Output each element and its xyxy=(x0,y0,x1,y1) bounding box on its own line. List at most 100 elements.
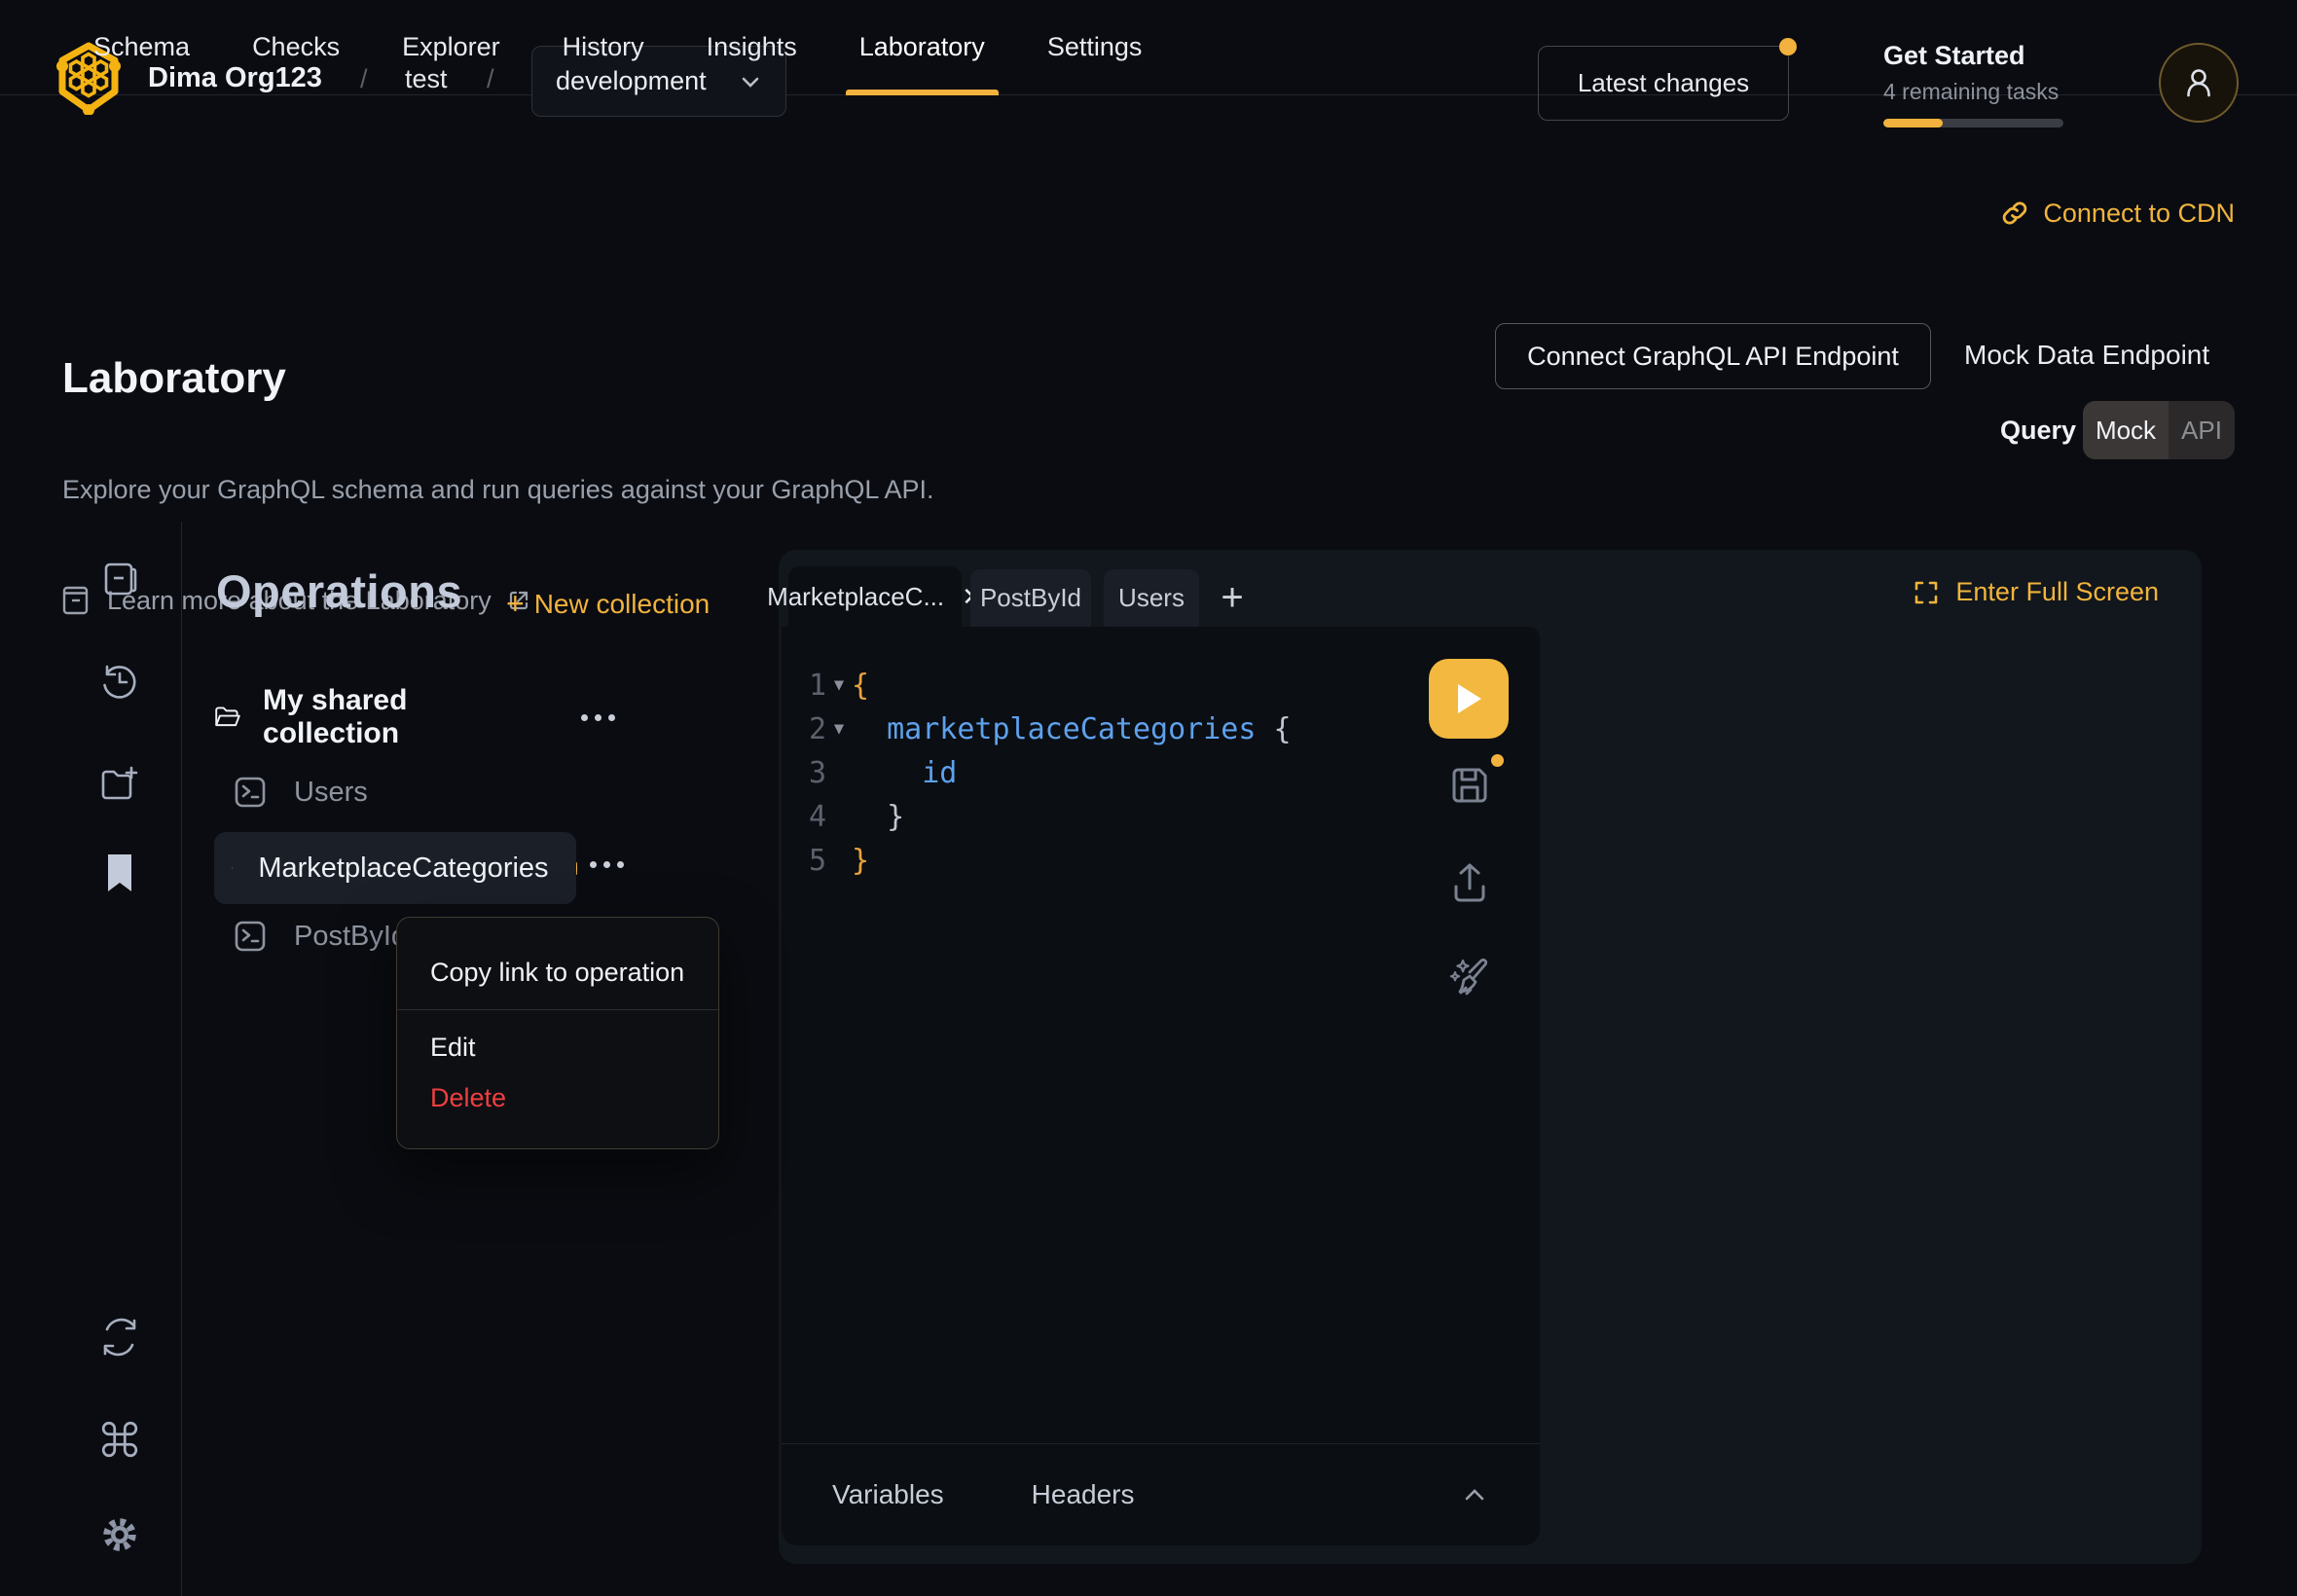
refresh-icon[interactable] xyxy=(99,1317,140,1358)
get-started-progress-fill xyxy=(1883,119,1943,127)
command-palette-icon[interactable] xyxy=(99,1419,140,1460)
laboratory-editor-panel: MarketplaceC... ✕ PostById Users + Enter… xyxy=(779,550,2202,1564)
code-token: { xyxy=(1256,707,1291,751)
tab-insights[interactable]: Insights xyxy=(707,0,797,94)
operation-item-users[interactable]: Users xyxy=(232,768,368,816)
line-number: 2 xyxy=(782,707,826,751)
code-area[interactable]: 1 ▼ { 2 ▼ marketplaceCategories { 3 id 4… xyxy=(782,627,1540,1443)
menu-divider xyxy=(397,1009,718,1010)
enter-fullscreen-button[interactable]: Enter Full Screen xyxy=(1913,577,2159,607)
line-number: 3 xyxy=(782,751,826,795)
collapse-chevron-icon[interactable] xyxy=(1460,1480,1489,1509)
history-icon[interactable] xyxy=(99,661,140,702)
code-token: } xyxy=(852,795,904,839)
new-tab-button[interactable]: + xyxy=(1211,569,1254,627)
mock-data-endpoint-label[interactable]: Mock Data Endpoint xyxy=(1964,323,2209,387)
code-line: 3 id xyxy=(782,751,1540,795)
fold-caret-icon[interactable]: ▼ xyxy=(826,707,852,751)
operation-icon xyxy=(232,918,269,955)
editor-tab-label: Users xyxy=(1118,583,1185,613)
collection-menu-button[interactable] xyxy=(581,714,615,721)
operation-icon xyxy=(232,850,233,887)
get-started-title: Get Started xyxy=(1883,41,2068,71)
code-line: 5 } xyxy=(782,839,1540,883)
menu-edit[interactable]: Edit xyxy=(397,1022,718,1072)
person-icon xyxy=(2179,63,2218,102)
user-avatar[interactable] xyxy=(2159,43,2239,123)
breadcrumb-separator: / xyxy=(360,64,368,94)
variables-tab[interactable]: Variables xyxy=(832,1479,944,1510)
tab-schema[interactable]: Schema xyxy=(93,0,190,94)
operation-icon xyxy=(232,774,269,811)
operations-heading: Operations xyxy=(216,564,462,618)
editor-tab-postbyid[interactable]: PostById xyxy=(970,569,1091,627)
share-operation-icon[interactable] xyxy=(1446,859,1493,906)
settings-gear-icon[interactable] xyxy=(99,1514,140,1555)
operation-menu-button[interactable] xyxy=(590,861,624,868)
operation-item-marketplacecategories[interactable]: MarketplaceCategories xyxy=(214,832,576,904)
line-number: 4 xyxy=(782,795,826,839)
get-started-remaining: 4 remaining tasks xyxy=(1883,79,2068,105)
latest-changes-label: Latest changes xyxy=(1578,68,1749,98)
get-started-progressbar xyxy=(1883,119,2063,127)
operation-item-postbyid[interactable]: PostById xyxy=(232,912,407,961)
notification-dot xyxy=(1779,38,1797,55)
editor-tab-users[interactable]: Users xyxy=(1104,569,1199,627)
get-started-widget[interactable]: Get Started 4 remaining tasks xyxy=(1883,41,2068,127)
run-query-button[interactable] xyxy=(1429,659,1509,739)
save-operation-icon[interactable] xyxy=(1446,762,1493,809)
menu-copy-link[interactable]: Copy link to operation xyxy=(397,947,718,998)
code-line: 4 } xyxy=(782,795,1540,839)
query-mode-toggle[interactable]: Mock API xyxy=(2083,401,2235,459)
fold-caret-spacer xyxy=(826,839,852,883)
page-title: Laboratory xyxy=(62,354,286,403)
code-token: marketplaceCategories xyxy=(852,707,1256,751)
play-icon xyxy=(1452,680,1485,717)
sidebar-divider xyxy=(181,522,182,1596)
tab-laboratory[interactable]: Laboratory xyxy=(859,0,985,94)
operation-label: PostById xyxy=(294,921,407,953)
code-line: 2 ▼ marketplaceCategories { xyxy=(782,707,1540,751)
tab-explorer[interactable]: Explorer xyxy=(402,0,500,94)
prettify-icon[interactable] xyxy=(1446,951,1493,998)
new-collection-label: New collection xyxy=(534,589,711,620)
line-number: 1 xyxy=(782,664,826,707)
query-mode-api[interactable]: API xyxy=(2169,401,2235,459)
query-editor[interactable]: 1 ▼ { 2 ▼ marketplaceCategories { 3 id 4… xyxy=(782,627,1540,1545)
plus-icon: + xyxy=(506,586,525,622)
operation-context-menu: Copy link to operation Edit Delete xyxy=(396,917,719,1149)
connect-endpoint-button[interactable]: Connect GraphQL API Endpoint xyxy=(1495,323,1931,389)
menu-delete[interactable]: Delete xyxy=(397,1072,718,1123)
link-icon xyxy=(2000,199,2029,228)
connect-to-cdn-label: Connect to CDN xyxy=(2043,199,2235,229)
page-description: Explore your GraphQL schema and run quer… xyxy=(62,475,933,505)
new-collection-icon[interactable] xyxy=(99,763,140,804)
query-mode-mock[interactable]: Mock xyxy=(2083,401,2169,459)
collections-icon[interactable] xyxy=(99,559,140,599)
fold-caret-spacer xyxy=(826,751,852,795)
query-label: Query xyxy=(2000,401,2076,459)
code-token: { xyxy=(852,664,869,707)
enter-fullscreen-label: Enter Full Screen xyxy=(1955,577,2159,607)
new-collection-button[interactable]: + New collection xyxy=(506,586,710,622)
collection-header[interactable]: My shared collection xyxy=(214,691,615,744)
editor-tab-label: PostById xyxy=(980,583,1081,613)
operation-label: Users xyxy=(294,777,368,809)
tab-settings[interactable]: Settings xyxy=(1047,0,1143,94)
editor-tab-label: MarketplaceC... xyxy=(767,582,944,612)
code-token: } xyxy=(852,839,869,883)
collection-name: My shared collection xyxy=(263,684,476,750)
tab-checks[interactable]: Checks xyxy=(252,0,340,94)
folder-open-icon xyxy=(214,701,241,734)
book-icon xyxy=(62,584,91,617)
tab-history[interactable]: History xyxy=(563,0,644,94)
fold-caret-icon[interactable]: ▼ xyxy=(826,664,852,707)
latest-changes-button[interactable]: Latest changes xyxy=(1538,46,1789,121)
code-line: 1 ▼ { xyxy=(782,664,1540,707)
code-token: id xyxy=(852,751,957,795)
bookmark-icon[interactable] xyxy=(99,851,140,891)
editor-tab-marketplacecategories[interactable]: MarketplaceC... ✕ xyxy=(788,566,962,627)
connect-to-cdn-link[interactable]: Connect to CDN xyxy=(2000,165,2235,261)
expand-icon xyxy=(1913,579,1940,606)
headers-tab[interactable]: Headers xyxy=(1032,1479,1135,1510)
